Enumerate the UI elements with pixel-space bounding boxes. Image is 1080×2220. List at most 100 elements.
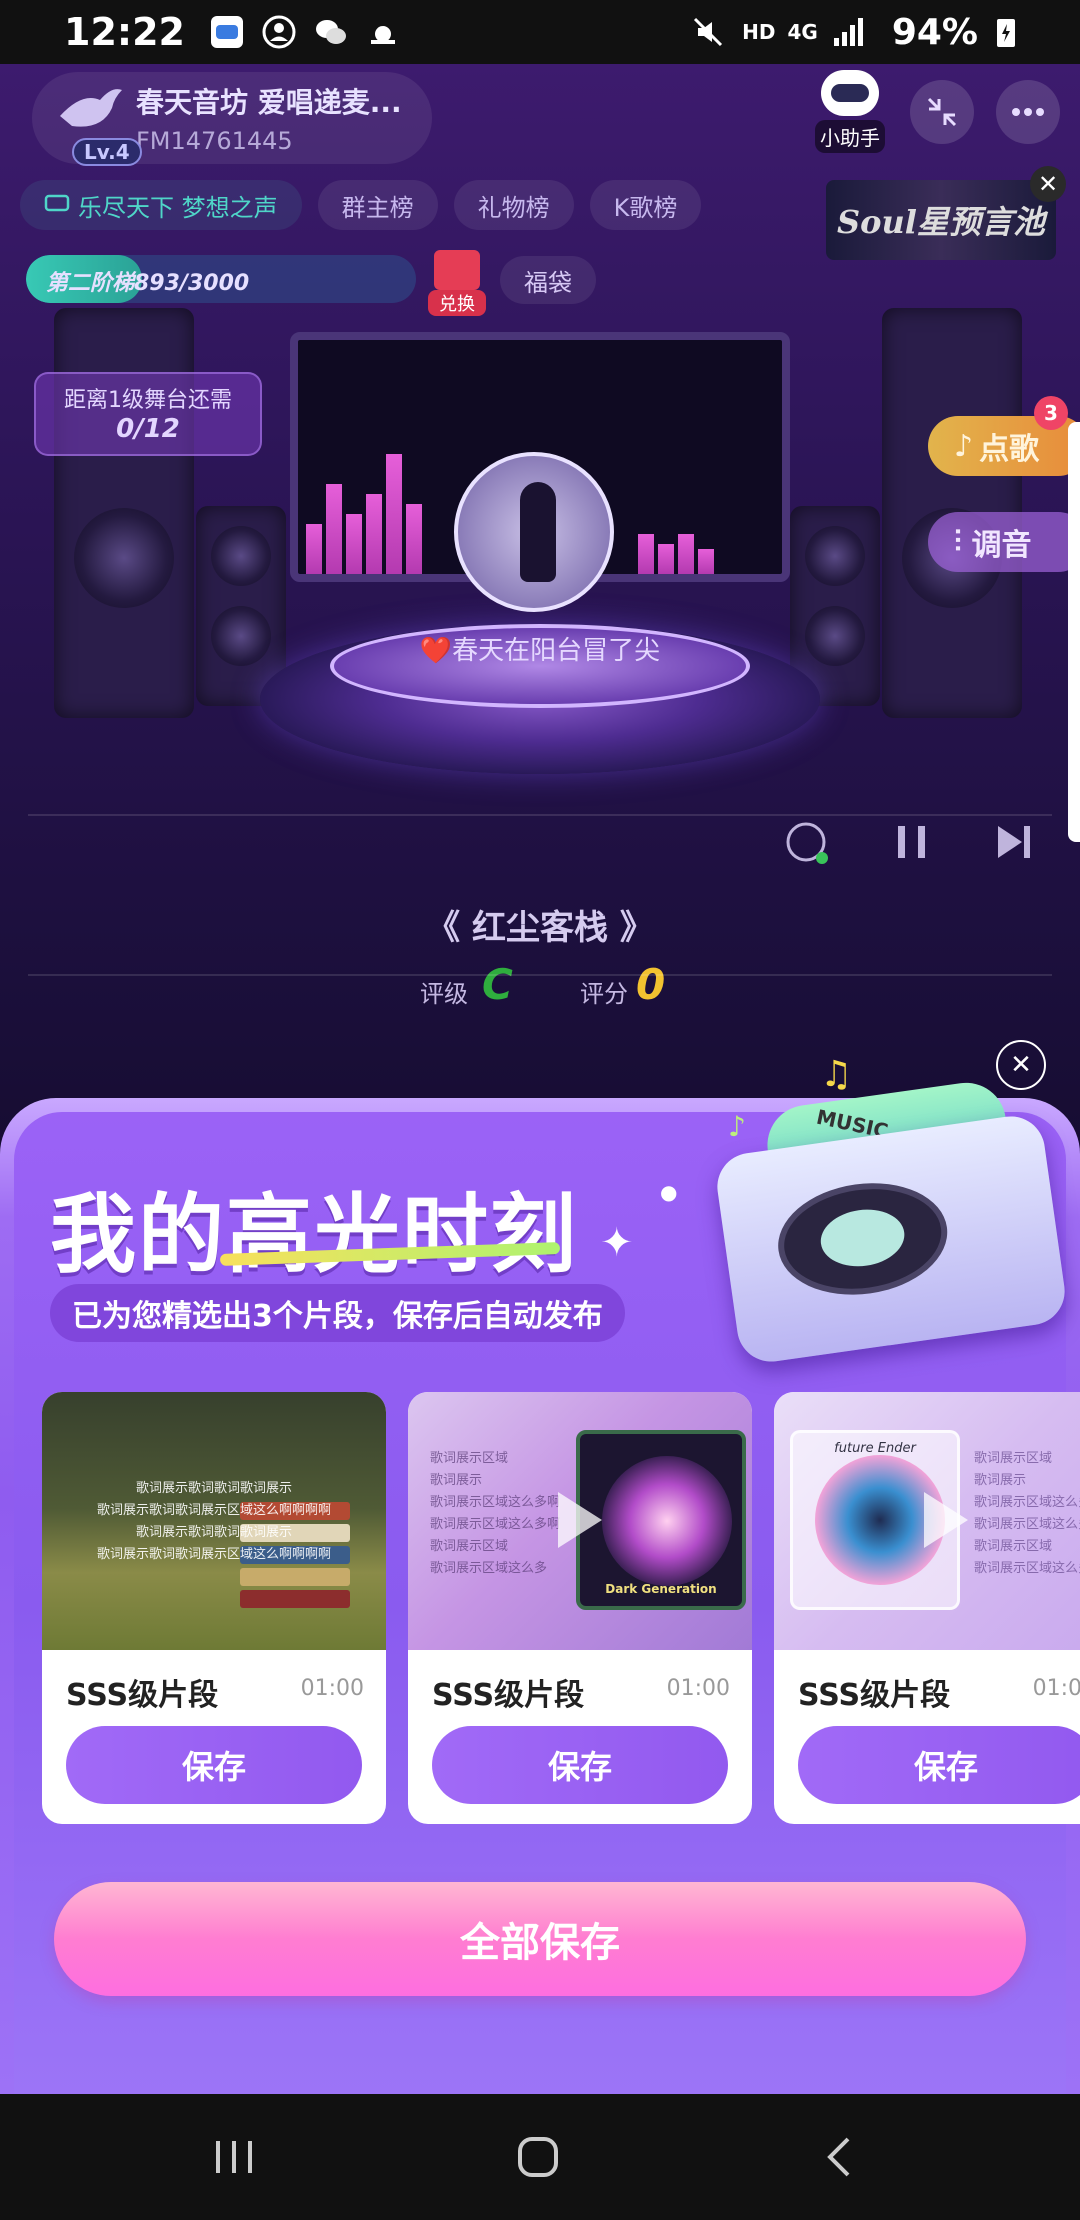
battery-charging-icon	[988, 14, 1024, 50]
clip-name: SSS级片段	[432, 1678, 585, 1713]
assistant-label: 小助手	[815, 120, 885, 153]
divider	[28, 974, 1052, 976]
ladder-progress[interactable]: 第二阶梯893/3000	[26, 255, 416, 303]
room-info[interactable]: Lv.4 春天音坊 爱唱递麦... FM14761445	[32, 72, 432, 166]
save-clip-button[interactable]: 保存	[432, 1726, 728, 1804]
account-icon	[261, 14, 297, 50]
clip-name: SSS级片段	[798, 1678, 951, 1713]
dove-logo-icon	[60, 89, 122, 127]
singer-avatar[interactable]	[454, 452, 614, 612]
back-icon	[827, 2137, 850, 2177]
home-icon	[518, 2137, 558, 2177]
more-button[interactable]	[996, 80, 1060, 144]
grade-value: C	[482, 960, 513, 1009]
exchange-label: 兑换	[428, 290, 486, 316]
pause-button[interactable]	[892, 820, 932, 873]
status-time: 12:22	[64, 10, 185, 54]
recent-apps-button[interactable]	[194, 2122, 274, 2192]
divider	[28, 814, 1052, 816]
clip-lyrics: 歌词展示区域 歌词展示 歌词展示区域这么多啊 歌词展示区域这么多啊 歌词展示区域…	[430, 1451, 561, 1576]
level-badge: Lv.4	[72, 138, 142, 166]
play-icon[interactable]	[924, 1492, 968, 1548]
close-icon: ✕	[1037, 170, 1059, 198]
tune-button[interactable]: ⫶ 调音	[928, 512, 1080, 572]
soul-prophecy-banner[interactable]: Soul星预言池	[826, 180, 1056, 260]
sparkle-icon: ●	[660, 1180, 678, 1204]
clip-duration: 01:00	[666, 1676, 730, 1701]
next-song-button[interactable]	[992, 820, 1036, 873]
ladder-progress-text: 第二阶梯893/3000	[46, 271, 250, 296]
collapse-icon	[927, 97, 957, 127]
clip-lyrics: 歌词展示歌词歌词歌词展示 歌词展示歌词歌词展示区域这么啊啊啊啊 歌词展示歌词歌词…	[96, 1481, 331, 1562]
minimize-button[interactable]	[910, 80, 974, 144]
lucky-bag-button[interactable]: 福袋	[500, 256, 596, 304]
tab-gift-rank[interactable]: 礼物榜	[453, 180, 574, 230]
music-note-icon: ♪	[728, 1110, 746, 1143]
clip-name: SSS级片段	[66, 1678, 219, 1713]
side-drawer-handle[interactable]	[1068, 422, 1080, 842]
battery-level: 94%	[891, 11, 978, 53]
score-value: 0	[636, 960, 666, 1009]
tab-ksong-rank[interactable]: K歌榜	[589, 180, 702, 230]
home-button[interactable]	[498, 2122, 578, 2192]
save-all-button[interactable]: 全部保存	[54, 1882, 1026, 1996]
grade-label: 评级	[420, 980, 468, 1008]
more-dots-icon	[1012, 108, 1044, 116]
network-type: 4G	[787, 20, 818, 44]
original-vocal-button[interactable]	[784, 820, 832, 877]
song-count-badge: 3	[1034, 396, 1068, 430]
clip-duration: 01:00	[1032, 1676, 1080, 1701]
wechat-icon	[313, 14, 349, 50]
turntable-illustration: MUSIC	[712, 1077, 1070, 1366]
clip-card[interactable]: future Ender 歌词展示区域 歌词展示 歌词展示区域这么多 歌词展示区…	[774, 1392, 1080, 1824]
clip-card[interactable]: 歌词展示歌词歌词歌词展示 歌词展示歌词歌词展示区域这么啊啊啊啊 歌词展示歌词歌词…	[42, 1392, 386, 1824]
score-label: 评分	[580, 980, 628, 1008]
chat-bubble-icon	[44, 194, 70, 212]
music-note-icon: ♫	[820, 1054, 853, 1095]
stage-need-label: 距离1级舞台还需	[64, 388, 232, 413]
mute-icon	[690, 14, 726, 50]
tab-room-slogan[interactable]: 乐尽天下 梦想之声	[20, 180, 302, 230]
music-note-icon: ♪	[954, 428, 974, 464]
ifly-app-icon	[209, 14, 245, 50]
sparkle-icon: ✦	[600, 1220, 634, 1266]
clip-card[interactable]: 歌词展示区域 歌词展示 歌词展示区域这么多啊 歌词展示区域这么多啊 歌词展示区域…	[408, 1392, 752, 1824]
play-icon[interactable]	[558, 1492, 602, 1548]
shop-icon	[434, 250, 480, 290]
song-title: 《 红尘客栈 》	[426, 908, 654, 948]
banner-close-button[interactable]: ✕	[1030, 166, 1066, 202]
singer-name: ❤️春天在阳台冒了尖	[419, 636, 661, 666]
ranking-tabs: 乐尽天下 梦想之声 群主榜 礼物榜 K歌榜	[20, 180, 702, 230]
stage-level-requirement[interactable]: 距离1级舞台还需 0/12	[34, 372, 262, 456]
status-bar: 12:22 HD 4G 94%	[0, 0, 1080, 64]
room-avatar: Lv.4	[52, 82, 142, 166]
sliders-icon: ⫶	[954, 524, 962, 560]
hd-label: HD	[742, 20, 776, 44]
original-vocal-icon	[786, 822, 828, 864]
room-id: FM14761445	[136, 127, 293, 155]
clip-thumbnail[interactable]: 歌词展示区域 歌词展示 歌词展示区域这么多啊 歌词展示区域这么多啊 歌词展示区域…	[408, 1392, 752, 1650]
pause-icon	[898, 826, 925, 858]
clip-thumbnail[interactable]: future Ender 歌词展示区域 歌词展示 歌词展示区域这么多 歌词展示区…	[774, 1392, 1080, 1650]
robot-icon	[821, 70, 879, 116]
system-nav-bar	[0, 2094, 1080, 2220]
weather-icon	[365, 14, 401, 50]
save-clip-button[interactable]: 保存	[798, 1726, 1080, 1804]
save-clip-button[interactable]: 保存	[66, 1726, 362, 1804]
room-title: 春天音坊 爱唱递麦...	[136, 86, 402, 119]
clip-duration: 01:00	[300, 1676, 364, 1701]
tab-group-owner-rank[interactable]: 群主榜	[317, 180, 438, 230]
highlight-subtitle: 已为您精选出3个片段，保存后自动发布	[50, 1284, 625, 1342]
back-button[interactable]	[800, 2122, 880, 2192]
clip-lyrics: 歌词展示区域 歌词展示 歌词展示区域这么多 歌词展示区域这么多 歌词展示区域 歌…	[974, 1451, 1080, 1576]
clip-thumbnail[interactable]: 歌词展示歌词歌词歌词展示 歌词展示歌词歌词展示区域这么啊啊啊啊 歌词展示歌词歌词…	[42, 1392, 386, 1650]
recent-apps-icon	[216, 2141, 252, 2173]
signal-icon	[830, 14, 866, 50]
exchange-button[interactable]: 兑换	[428, 250, 486, 316]
assistant-button[interactable]: 小助手	[815, 70, 885, 153]
skip-next-icon	[998, 826, 1030, 858]
highlight-title: 我的高光时刻	[50, 1185, 578, 1285]
close-icon: ✕	[1010, 1050, 1032, 1080]
stage-need-progress: 0/12	[116, 414, 180, 444]
close-highlight-button[interactable]: ✕	[996, 1040, 1046, 1090]
